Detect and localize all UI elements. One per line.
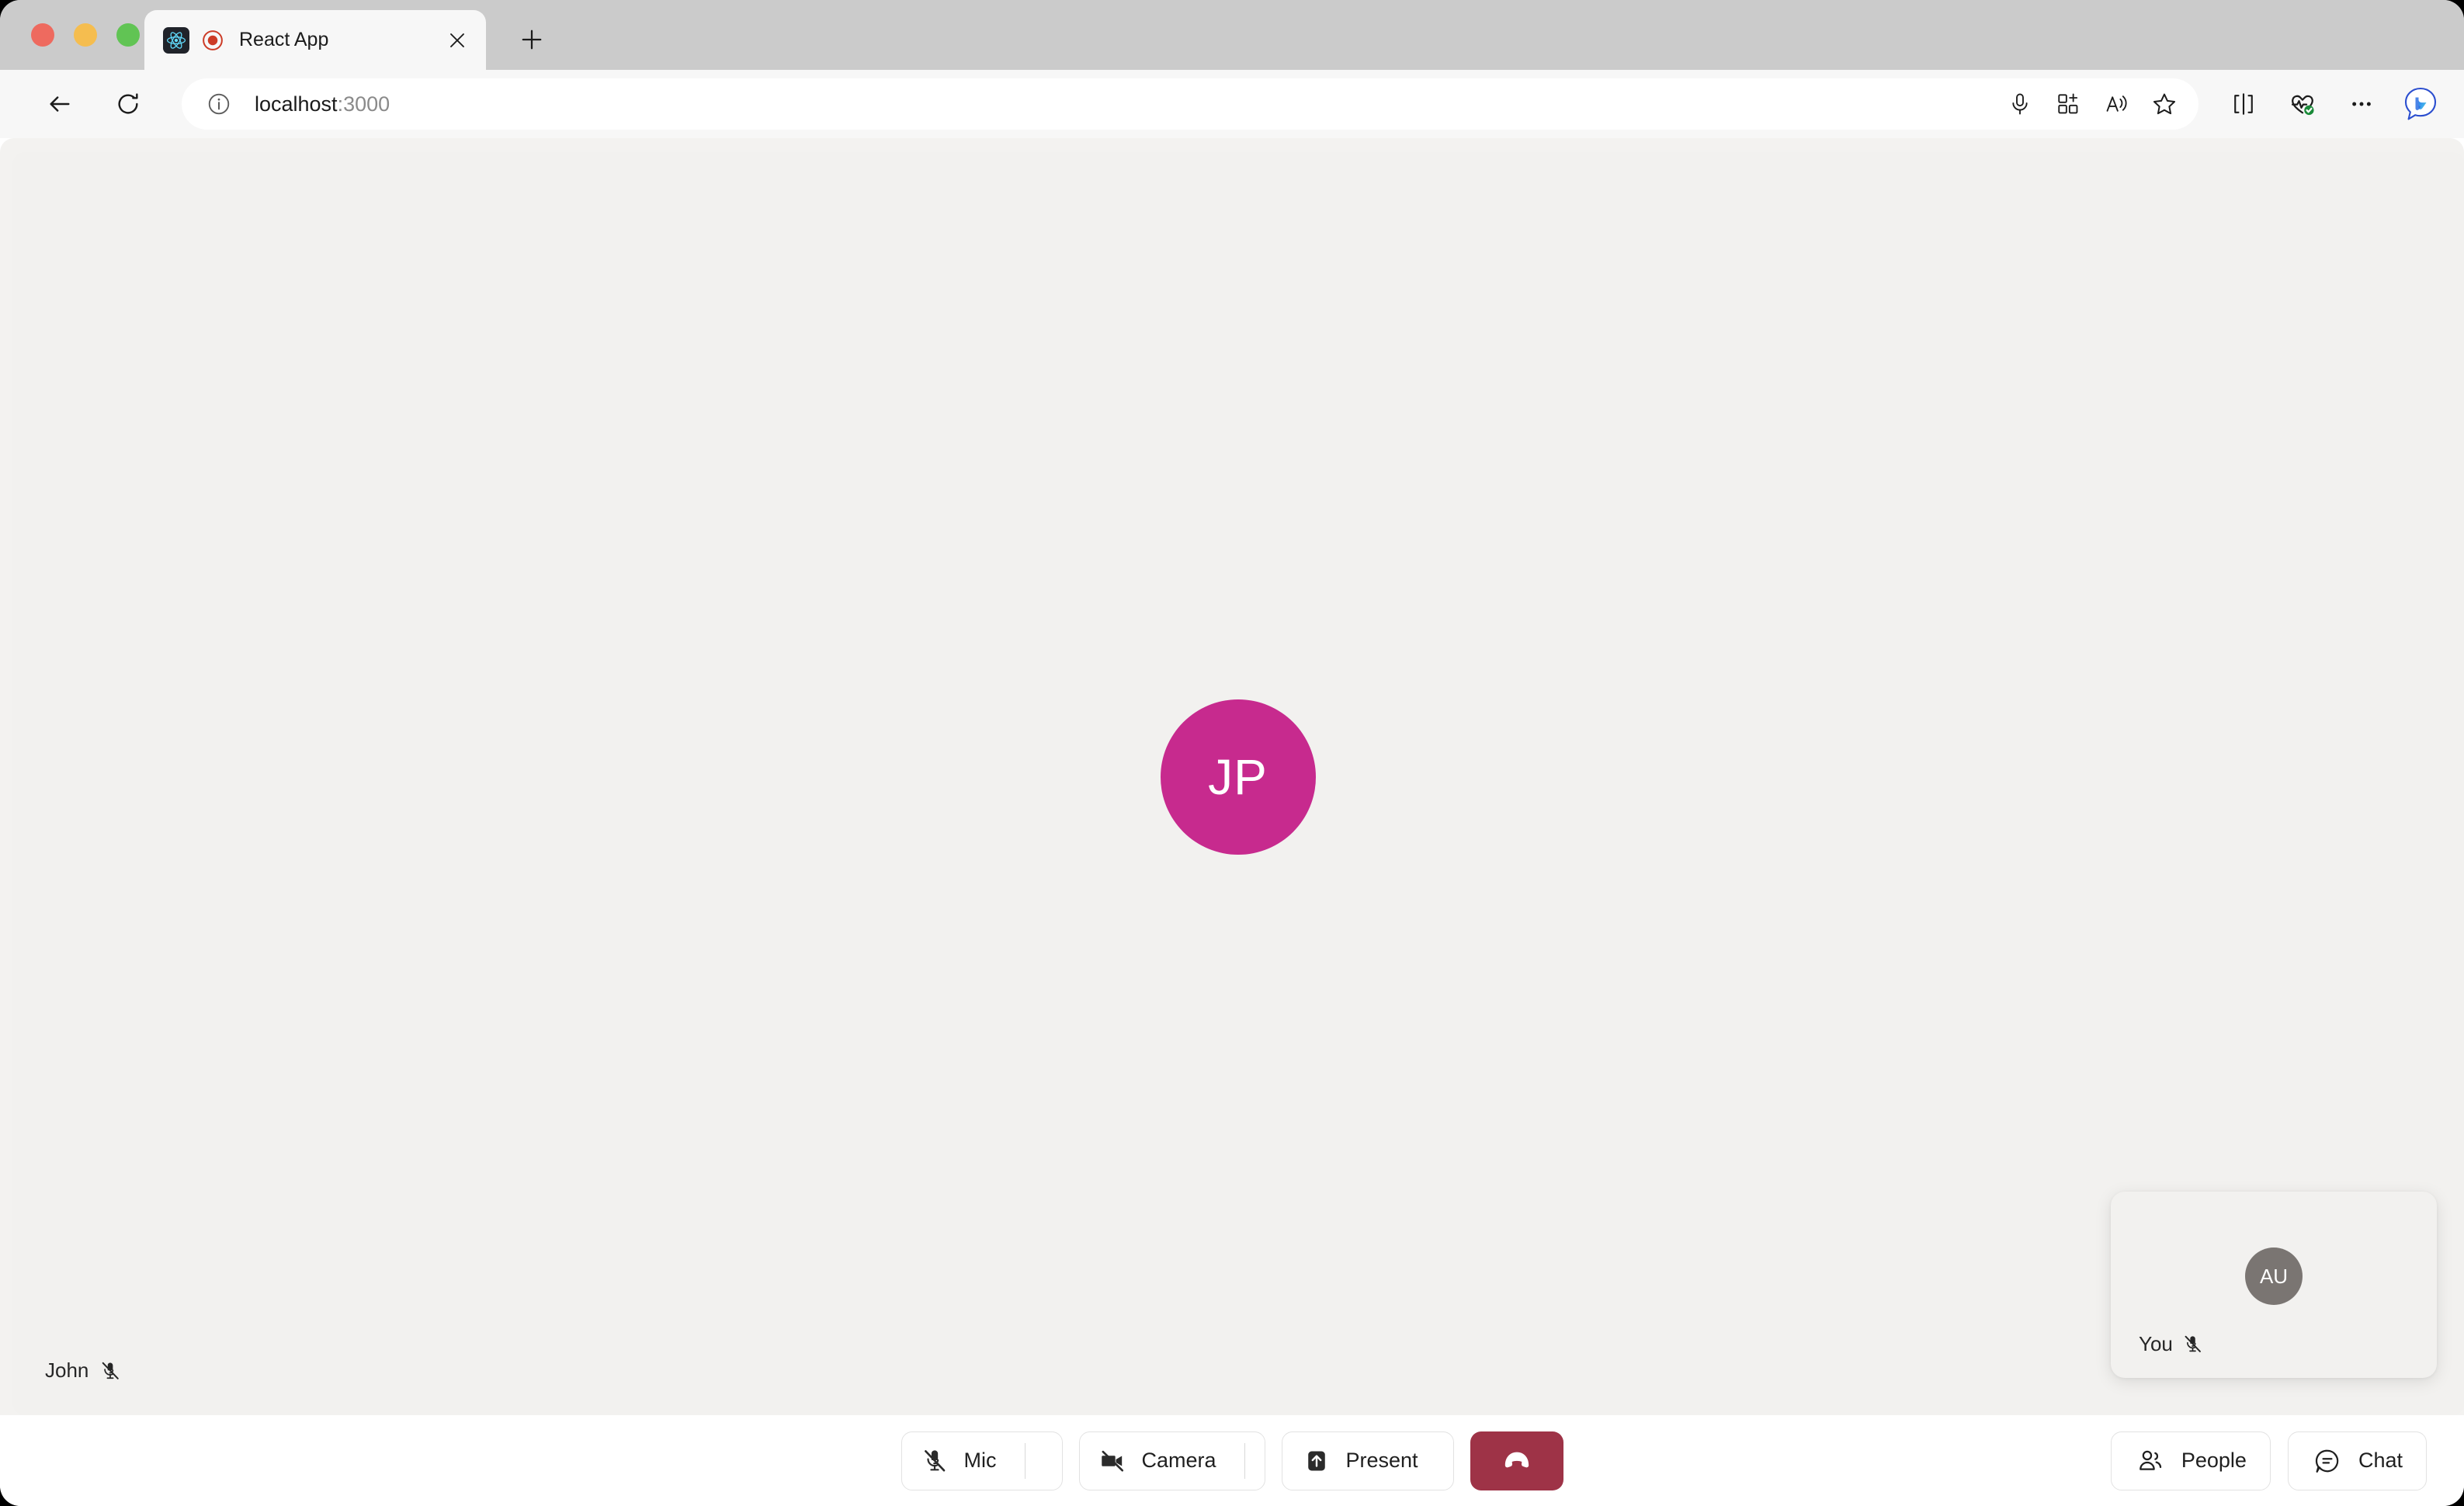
window-minimize-button[interactable] bbox=[74, 23, 97, 47]
reload-icon[interactable] bbox=[104, 80, 152, 128]
window-maximize-button[interactable] bbox=[116, 23, 140, 47]
address-bar[interactable]: localhost:3000 bbox=[182, 78, 2199, 130]
copilot-icon[interactable] bbox=[2397, 81, 2444, 127]
settings-more-icon[interactable] bbox=[2338, 81, 2385, 127]
self-view-nameplate: You bbox=[2139, 1332, 2203, 1356]
self-view-tile[interactable]: AU You bbox=[2111, 1192, 2437, 1378]
browser-toolbar: localhost:3000 bbox=[0, 70, 2464, 138]
tab-title: React App bbox=[239, 29, 329, 50]
call-controls-center: Mic Camera Present bbox=[0, 1431, 2464, 1490]
present-button[interactable]: Present bbox=[1281, 1431, 1454, 1490]
participant-nameplate: John bbox=[45, 1359, 121, 1383]
toolbar-right-actions bbox=[2220, 81, 2444, 127]
chat-label: Chat bbox=[2358, 1449, 2403, 1472]
react-logo-icon bbox=[163, 26, 189, 54]
browser-window: React App localhost:3000 JP John AU You … bbox=[0, 0, 2464, 1506]
split-screen-icon[interactable] bbox=[2220, 81, 2267, 127]
new-tab-button[interactable] bbox=[512, 20, 551, 59]
people-panel-button[interactable]: People bbox=[2110, 1431, 2271, 1490]
people-label: People bbox=[2181, 1449, 2247, 1472]
call-controls-right: People Chat bbox=[2110, 1431, 2427, 1490]
self-view-name: You bbox=[2139, 1332, 2173, 1355]
url-host: localhost bbox=[255, 92, 338, 116]
info-circle-icon[interactable] bbox=[203, 88, 234, 120]
close-icon[interactable] bbox=[442, 26, 472, 55]
camera-toggle-button[interactable]: Camera bbox=[1078, 1431, 1265, 1490]
mic-off-icon bbox=[919, 1445, 950, 1477]
chat-panel-button[interactable]: Chat bbox=[2287, 1431, 2427, 1490]
back-arrow-icon[interactable] bbox=[36, 80, 84, 128]
people-icon bbox=[2135, 1445, 2166, 1477]
window-traffic-lights bbox=[31, 23, 140, 47]
mic-toggle-label: Mic bbox=[963, 1449, 997, 1472]
url-port: :3000 bbox=[337, 92, 390, 116]
mic-off-icon bbox=[99, 1360, 121, 1382]
call-control-bar: Mic Camera Present People Chat bbox=[0, 1415, 2464, 1506]
participant-name: John bbox=[45, 1359, 89, 1382]
camera-off-icon bbox=[1097, 1445, 1128, 1477]
read-aloud-icon[interactable] bbox=[2093, 81, 2140, 127]
media-recording-icon[interactable] bbox=[200, 28, 225, 53]
video-stage: JP John AU You bbox=[0, 138, 2464, 1415]
video-stage-inner: JP John AU You bbox=[12, 152, 2464, 1415]
address-bar-url: localhost:3000 bbox=[255, 92, 390, 116]
chat-bubble-icon bbox=[2312, 1445, 2343, 1477]
mic-options-divider bbox=[1024, 1442, 1026, 1479]
browser-essentials-icon[interactable] bbox=[2279, 81, 2326, 127]
present-label: Present bbox=[1345, 1449, 1418, 1472]
participant-tile-main[interactable]: JP bbox=[12, 152, 2464, 1415]
avatar: JP bbox=[1160, 699, 1316, 855]
mic-off-icon bbox=[2182, 1334, 2203, 1355]
avatar: AU bbox=[2245, 1247, 2303, 1305]
collections-add-icon[interactable] bbox=[2045, 81, 2091, 127]
microphone-icon[interactable] bbox=[1997, 81, 2043, 127]
camera-toggle-label: Camera bbox=[1141, 1449, 1216, 1472]
window-close-button[interactable] bbox=[31, 23, 54, 47]
hangup-phone-icon bbox=[1501, 1445, 1532, 1477]
address-bar-actions bbox=[1997, 78, 2188, 130]
hangup-button[interactable] bbox=[1470, 1431, 1563, 1490]
camera-options-divider bbox=[1244, 1442, 1246, 1479]
browser-tab-react-app[interactable]: React App bbox=[144, 10, 486, 70]
present-upload-icon bbox=[1301, 1445, 1332, 1477]
tab-strip: React App bbox=[0, 0, 2464, 70]
page-viewport: JP John AU You Mic Camera Present People… bbox=[0, 138, 2464, 1506]
mic-toggle-button[interactable]: Mic bbox=[901, 1431, 1063, 1490]
favorite-star-icon[interactable] bbox=[2141, 81, 2188, 127]
